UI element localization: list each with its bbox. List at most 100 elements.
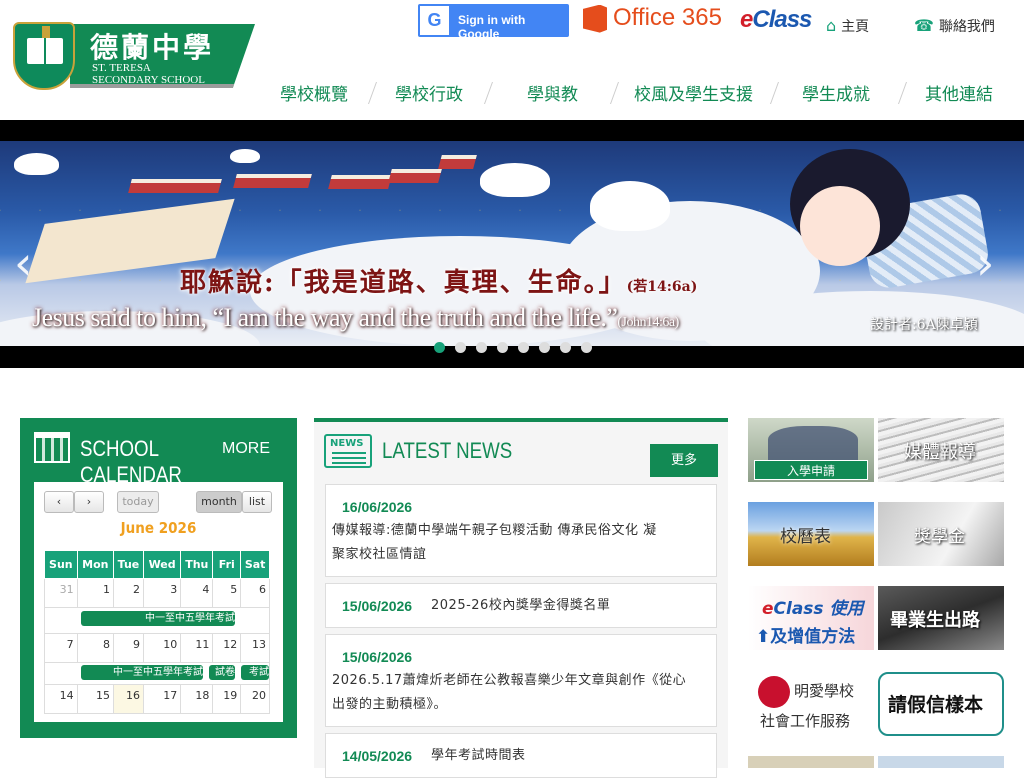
contact-label: 聯絡我們	[938, 19, 995, 35]
calendar-event[interactable]: 中一至中五學年考試	[81, 665, 203, 680]
news-date: 15/06/2026	[342, 598, 413, 614]
eclass-link[interactable]: eClass	[740, 6, 812, 34]
nav-other-links[interactable]: 其他連結	[925, 80, 993, 105]
tile-eclass-line2: ⬆及增值方法	[756, 627, 856, 647]
nav-separator	[769, 82, 780, 104]
calendar-prev-button[interactable]: ‹	[44, 491, 74, 513]
hero-slider[interactable]: 耶穌說:「我是道路、真理、生命。」(若14:6a) Jesus said to …	[0, 120, 1024, 368]
tile-media[interactable]: 媒體報導	[878, 418, 1004, 482]
slider-dots	[434, 342, 594, 354]
slider-dot[interactable]	[581, 342, 592, 353]
nav-student-achievement[interactable]: 學生成就	[802, 80, 870, 105]
calendar-day[interactable]: 1	[76, 578, 114, 608]
verse-en-text: Jesus said to him, “I am the way and the…	[32, 303, 618, 332]
nav-learning-teaching[interactable]: 學與教	[527, 80, 578, 105]
calendar-day[interactable]: 13	[240, 633, 270, 663]
tile-caritas[interactable]: 明愛學校 社會工作服務	[748, 672, 874, 736]
slider-dot[interactable]	[497, 342, 508, 353]
news-more-button[interactable]: 更多	[650, 444, 718, 477]
tile-admission-label: 入學申請	[754, 460, 868, 480]
contact-link[interactable]: ☎ 聯絡我們	[914, 16, 995, 36]
tile-school-calendar[interactable]: 校曆表	[748, 502, 874, 566]
calendar-day[interactable]: 11	[180, 633, 214, 663]
nav-student-support[interactable]: 校風及學生支援	[634, 80, 753, 105]
tile-leave-letter[interactable]: 請假信樣本	[878, 672, 1004, 736]
slider-dot[interactable]	[455, 342, 466, 353]
calendar-list-button[interactable]: list	[242, 491, 272, 513]
news-item[interactable]: 15/06/2026 2025-26校內獎學金得獎名單	[325, 583, 717, 628]
calendar-day[interactable]: 14	[44, 684, 78, 714]
day-header: Tue	[112, 550, 144, 579]
verse-en-ref: (John14:6a)	[617, 315, 679, 330]
news-item[interactable]: 15/06/2026 2026.5.17蕭煒炘老師在公教報喜樂少年文章與創作《從…	[325, 634, 717, 727]
slider-dot[interactable]	[434, 342, 445, 353]
day-header: Wed	[142, 550, 182, 579]
google-signin-button[interactable]: G Sign in with Google	[418, 4, 569, 41]
dove-image	[480, 163, 550, 197]
eclass-rest: Class	[752, 6, 812, 33]
news-item[interactable]: 16/06/2026 傳媒報導:德蘭中學端午親子包糉活動 傳承民俗文化 凝 聚家…	[325, 484, 717, 577]
calendar-day[interactable]: 31	[44, 578, 78, 608]
calendar-today-button[interactable]: today	[117, 491, 159, 513]
logo-banner: 德蘭中學 ST. TERESA SECONDARY SCHOOL	[70, 24, 255, 88]
calendar-day[interactable]: 10	[142, 633, 182, 663]
day-header: Thu	[180, 550, 214, 579]
calendar-day[interactable]: 7	[44, 633, 78, 663]
tile-graduate[interactable]: 畢業生出路	[878, 586, 1004, 650]
tile-more[interactable]	[878, 756, 1004, 768]
tile-leave-label: 請假信樣本	[888, 694, 984, 716]
event-row: 中一至中五學年考試	[44, 607, 270, 634]
caritas-icon	[758, 676, 790, 708]
slider-next-icon[interactable]: ›	[976, 236, 994, 290]
tile-calendar-label: 校曆表	[780, 527, 831, 547]
news-title-line: 2026.5.17蕭煒炘老師在公教報喜樂少年文章與創作《從心	[332, 673, 687, 688]
tile-more[interactable]	[748, 756, 874, 768]
news-title-line: 學年考試時間表	[431, 748, 526, 763]
calendar-day[interactable]: 2	[112, 578, 144, 608]
news-date: 14/05/2026	[342, 748, 413, 764]
tile-eclass-topup[interactable]: eClass 使用 ⬆及增值方法	[748, 586, 874, 650]
slider-prev-icon[interactable]: ‹	[14, 236, 32, 290]
calendar-month-button[interactable]: month	[196, 491, 242, 513]
google-signin-label: Sign in with Google	[458, 13, 526, 41]
calendar-day[interactable]: 19	[212, 684, 242, 714]
slider-dot[interactable]	[518, 342, 529, 353]
calendar-event[interactable]: 試卷	[209, 665, 235, 680]
google-icon: G	[420, 6, 449, 35]
calendar-day[interactable]: 4	[180, 578, 214, 608]
calendar-event[interactable]: 中一至中五學年考試	[81, 611, 235, 626]
tile-media-label: 媒體報導	[904, 442, 976, 463]
calendar-day[interactable]: 3	[142, 578, 182, 608]
school-logo[interactable]: 德蘭中學 ST. TERESA SECONDARY SCHOOL	[10, 22, 255, 90]
slider-dot[interactable]	[539, 342, 550, 353]
calendar-day[interactable]: 8	[76, 633, 114, 663]
calendar-next-button[interactable]: ›	[74, 491, 104, 513]
calendar-day-today[interactable]: 16	[112, 684, 144, 714]
calendar-day[interactable]: 12	[212, 633, 242, 663]
calendar-day[interactable]: 20	[240, 684, 270, 714]
tile-scholarship[interactable]: 獎學金	[878, 502, 1004, 566]
calendar-day[interactable]: 18	[180, 684, 214, 714]
top-links: G Sign in with Google Office 365 eClass …	[418, 4, 1024, 41]
nav-school-overview[interactable]: 學校概覽	[280, 80, 348, 105]
calendar-day[interactable]: 5	[212, 578, 242, 608]
calendar-day[interactable]: 6	[240, 578, 270, 608]
school-calendar-panel: SCHOOL CALENDAR MORE ‹ › today month lis…	[20, 418, 297, 738]
calendar-event[interactable]: 考試	[241, 665, 269, 680]
tile-admission[interactable]: 入學申請	[748, 418, 874, 482]
phone-icon: ☎	[914, 16, 934, 35]
news-item[interactable]: 14/05/2026 學年考試時間表	[325, 733, 717, 778]
latest-news-panel: NEWS LATEST NEWS 更多 16/06/2026 傳媒報導:德蘭中學…	[314, 418, 728, 778]
calendar-day[interactable]: 15	[76, 684, 114, 714]
home-icon: ⌂	[826, 16, 837, 35]
slider-dot[interactable]	[476, 342, 487, 353]
calendar-day[interactable]: 9	[112, 633, 144, 663]
slider-dot[interactable]	[560, 342, 571, 353]
event-row: 中一至中五學年考試 試卷 考試	[44, 662, 270, 685]
nav-school-admin[interactable]: 學校行政	[395, 80, 463, 105]
calendar-more-link[interactable]: MORE	[222, 440, 270, 458]
calendar-day[interactable]: 17	[142, 684, 182, 714]
home-link[interactable]: ⌂ 主頁	[826, 16, 869, 36]
day-header: Sat	[240, 550, 270, 579]
office365-link[interactable]: Office 365	[583, 4, 722, 38]
